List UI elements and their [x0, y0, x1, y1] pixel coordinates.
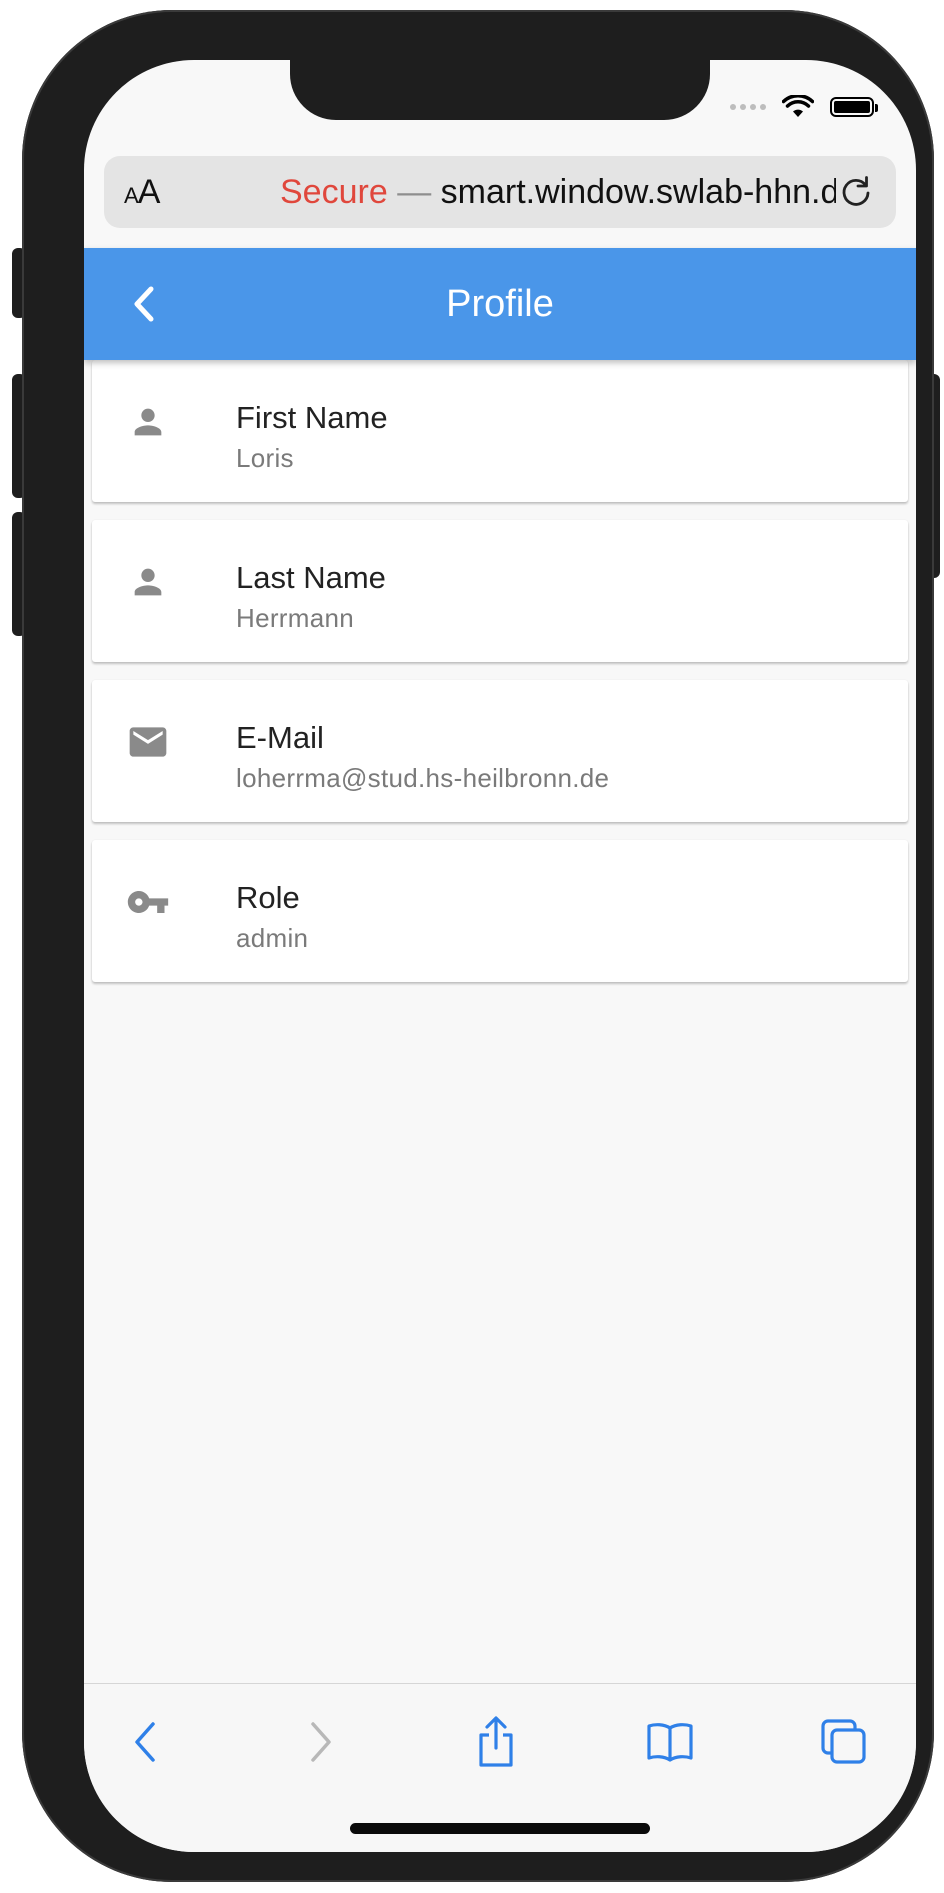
email-icon: [126, 720, 170, 764]
secure-label: Secure: [280, 172, 388, 211]
field-label: Last Name: [236, 560, 386, 595]
page-title: Profile: [446, 282, 554, 325]
browser-back-button[interactable]: [118, 1714, 174, 1770]
notch: [290, 60, 710, 120]
bookmarks-button[interactable]: [642, 1714, 698, 1770]
profile-card-last-name: Last Name Herrmann: [92, 520, 908, 662]
key-icon: [126, 880, 170, 924]
url-text: smart.window.swlab-hhn.de: [440, 172, 836, 211]
browser-forward-button[interactable]: [292, 1714, 348, 1770]
url-field[interactable]: Secure — smart.window.swlab-hhn.de: [244, 173, 836, 212]
field-value: loherrma@stud.hs-heilbronn.de: [236, 763, 610, 793]
wifi-icon: [782, 95, 814, 117]
person-icon: [126, 560, 170, 604]
app-header: Profile: [84, 248, 916, 360]
home-indicator: [350, 1823, 650, 1834]
url-separator: —: [397, 172, 432, 211]
browser-toolbar: [84, 1683, 916, 1852]
address-bar[interactable]: AA Secure — smart.window.swlab-hhn.de: [104, 156, 896, 228]
field-label: E-Mail: [236, 720, 324, 755]
back-icon: [135, 1722, 155, 1762]
phone-frame: AA Secure — smart.window.swlab-hhn.de Pr…: [22, 10, 934, 1882]
tabs-button[interactable]: [816, 1714, 872, 1770]
cellular-signal-icon: [730, 104, 766, 110]
profile-card-first-name: First Name Loris: [92, 360, 908, 502]
profile-card-email: E-Mail loherrma@stud.hs-heilbronn.de: [92, 680, 908, 822]
battery-icon: [830, 97, 878, 117]
reload-icon[interactable]: [836, 172, 876, 212]
field-label: First Name: [236, 400, 388, 435]
tabs-icon: [821, 1719, 866, 1764]
text-size-button[interactable]: AA: [124, 173, 244, 212]
field-value: admin: [236, 923, 309, 953]
screen: AA Secure — smart.window.swlab-hhn.de Pr…: [84, 60, 916, 1852]
status-bar: [730, 92, 878, 122]
person-icon: [126, 400, 170, 444]
back-button[interactable]: [120, 280, 168, 328]
profile-card-role: Role admin: [92, 840, 908, 982]
text-size-small-label: A: [124, 182, 139, 208]
forward-icon: [311, 1722, 331, 1762]
field-value: Herrmann: [236, 603, 354, 633]
profile-list: First Name Loris Last Name Herrmann E-Ma…: [92, 360, 908, 1000]
field-label: Role: [236, 880, 300, 915]
share-icon: [479, 1716, 513, 1767]
chevron-left-icon: [134, 286, 154, 322]
bookmarks-icon: [647, 1723, 693, 1762]
share-button[interactable]: [468, 1714, 524, 1770]
text-size-large-label: A: [137, 172, 161, 211]
field-value: Loris: [236, 443, 294, 473]
